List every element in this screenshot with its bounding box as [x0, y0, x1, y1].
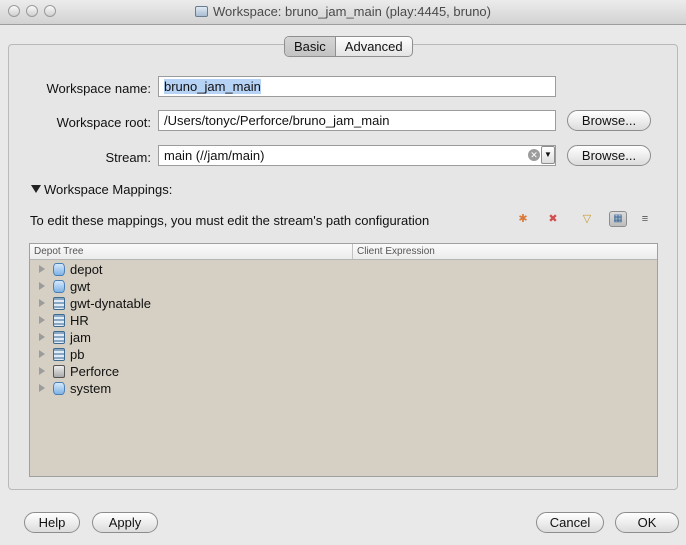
tree-view-icon[interactable]: ▦ — [609, 211, 627, 227]
tree-row-jam[interactable]: jam — [30, 329, 657, 346]
add-mapping-icon[interactable]: ✱ — [516, 212, 530, 226]
tree-row-label: gwt-dynatable — [70, 296, 151, 311]
workspace-icon — [195, 6, 209, 17]
tree-row-label: jam — [70, 330, 91, 345]
stream-depot-icon — [53, 348, 65, 361]
tree-row-system[interactable]: system — [30, 380, 657, 397]
tree-row-gwt-dynatable[interactable]: gwt-dynatable — [30, 295, 657, 312]
workspace-name-field[interactable]: bruno_jam_main — [158, 76, 556, 97]
column-divider[interactable] — [352, 244, 353, 259]
depot-icon — [53, 263, 65, 276]
window-title-container: Workspace: bruno_jam_main (play:4445, br… — [0, 4, 686, 19]
expand-triangle-icon[interactable] — [39, 282, 45, 290]
column-depot-tree[interactable]: Depot Tree — [34, 246, 83, 257]
stream-browse-button[interactable]: Browse... — [567, 145, 651, 166]
tree-row-label: Perforce — [70, 364, 120, 379]
tree-row-label: system — [70, 381, 112, 396]
remove-mapping-icon[interactable]: ✖ — [546, 212, 560, 226]
stream-field[interactable]: main (//jam/main) — [158, 145, 556, 166]
filter-icon[interactable]: ▽ — [580, 212, 594, 226]
expand-triangle-icon[interactable] — [39, 299, 45, 307]
mappings-hint: To edit these mappings, you must edit th… — [30, 213, 430, 228]
spec-depot-icon — [53, 365, 65, 378]
disclosure-triangle-icon[interactable] — [31, 185, 41, 193]
tree-row-label: depot — [70, 262, 103, 277]
stream-depot-icon — [53, 314, 65, 327]
stream-dropdown-button[interactable]: ▼ — [541, 146, 555, 164]
stream-depot-icon — [53, 331, 65, 344]
workspace-mappings-label[interactable]: Workspace Mappings: — [44, 182, 172, 197]
workspace-root-browse-button[interactable]: Browse... — [567, 110, 651, 131]
expand-triangle-icon[interactable] — [39, 333, 45, 341]
clear-icon[interactable]: ✕ — [528, 149, 540, 161]
tab-basic[interactable]: Basic — [285, 37, 336, 56]
tree-row-hr[interactable]: HR — [30, 312, 657, 329]
ok-button[interactable]: OK — [615, 512, 679, 533]
title-bar: Workspace: bruno_jam_main (play:4445, br… — [0, 0, 686, 25]
expand-triangle-icon[interactable] — [39, 316, 45, 324]
tree-row-label: pb — [70, 347, 85, 362]
tree-row-pb[interactable]: pb — [30, 346, 657, 363]
cancel-button[interactable]: Cancel — [536, 512, 604, 533]
window-title: Workspace: bruno_jam_main (play:4445, br… — [213, 4, 491, 19]
expand-triangle-icon[interactable] — [39, 265, 45, 273]
tree-row-perforce[interactable]: Perforce — [30, 363, 657, 380]
workspace-root-field[interactable]: /Users/tonyc/Perforce/bruno_jam_main — [158, 110, 556, 131]
tab-switcher: Basic Advanced — [284, 36, 413, 57]
depot-tree[interactable]: Depot Tree Client Expression depot gwt g… — [29, 243, 658, 477]
tree-row-gwt[interactable]: gwt — [30, 278, 657, 295]
stream-label: Stream: — [105, 150, 151, 165]
stream-depot-icon — [53, 297, 65, 310]
help-button[interactable]: Help — [24, 512, 80, 533]
workspace-root-label: Workspace root: — [56, 115, 151, 130]
depot-icon — [53, 280, 65, 293]
column-client-expression[interactable]: Client Expression — [357, 246, 435, 257]
tree-row-label: HR — [70, 313, 89, 328]
expand-triangle-icon[interactable] — [39, 350, 45, 358]
workspace-name-label: Workspace name: — [46, 81, 151, 96]
apply-button[interactable]: Apply — [92, 512, 158, 533]
tree-row-label: gwt — [70, 279, 91, 294]
expand-triangle-icon[interactable] — [39, 367, 45, 375]
depot-icon — [53, 382, 65, 395]
text-view-icon[interactable]: ≡ — [638, 212, 652, 226]
tab-advanced[interactable]: Advanced — [336, 37, 412, 56]
tree-header: Depot Tree Client Expression — [30, 244, 657, 260]
workspace-name-value: bruno_jam_main — [164, 79, 261, 94]
tree-row-depot[interactable]: depot — [30, 261, 657, 278]
expand-triangle-icon[interactable] — [39, 384, 45, 392]
workspace-dialog: Workspace: bruno_jam_main (play:4445, br… — [0, 0, 686, 545]
